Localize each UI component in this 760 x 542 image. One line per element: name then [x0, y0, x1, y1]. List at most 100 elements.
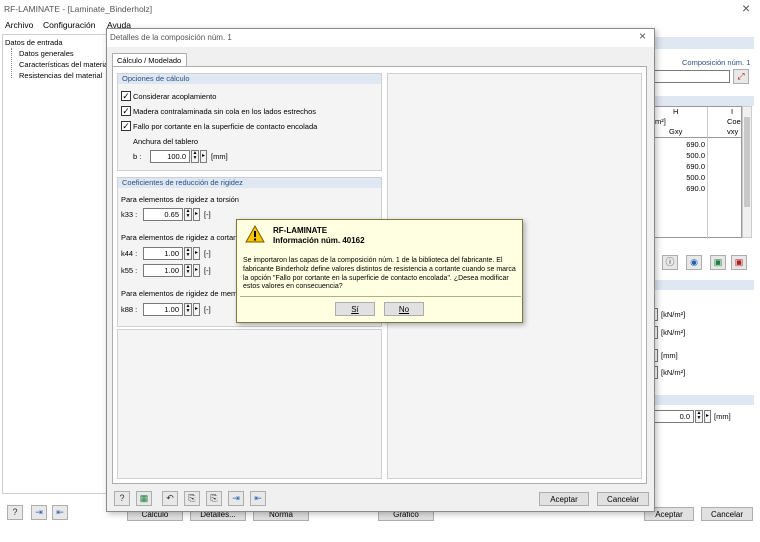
col-i-header: I [731, 107, 734, 116]
col-vxy-header: vxy [727, 127, 739, 136]
export-icon[interactable]: ▣ [710, 255, 726, 270]
bottom-header-strip [654, 395, 754, 405]
k33-arrow[interactable]: ▸ [193, 208, 200, 221]
tree-item-input-data[interactable]: Datos de entrada [5, 38, 63, 47]
dialog-tool-icon[interactable]: ↶ [162, 491, 178, 506]
k44-label: k44 : [121, 249, 138, 258]
dialog-accept-button[interactable]: Aceptar [539, 492, 589, 506]
k88-arrow[interactable]: ▸ [193, 303, 200, 316]
b-spin[interactable]: ▲ ▼ [191, 150, 199, 163]
unit-header: m²] [655, 117, 666, 126]
yes-button[interactable]: Sí [335, 302, 375, 316]
col-coe-header: Coe [727, 117, 741, 126]
menu-archivo[interactable]: Archivo [5, 20, 33, 30]
header-divider [655, 137, 743, 138]
tool-icon[interactable]: ⇤ [52, 505, 68, 520]
message-body: Se importaron las capas de la composició… [243, 257, 516, 291]
dialog-cancel-button[interactable]: Cancelar [597, 492, 649, 506]
stiffness-header: Coeficientes de reducción de rigidez [118, 178, 381, 188]
right-header-strip [654, 37, 754, 49]
tree-line [11, 48, 12, 78]
scroll-thumb[interactable] [744, 117, 750, 207]
checkbox-coupling-label: Considerar acoplamiento [133, 92, 217, 101]
col-gxy-header: Gxy [669, 127, 683, 136]
k44-spin[interactable]: ▲ ▼ [184, 247, 192, 260]
dialog-title-bar: Detalles de la composición núm. 1 × [107, 29, 654, 47]
dialog-tool-icon[interactable]: ⇥ [228, 491, 244, 506]
main-cancel-button[interactable]: Cancelar [701, 507, 753, 521]
k88-unit: [-] [204, 305, 211, 314]
spin-arrows[interactable]: ▲ ▼ [695, 410, 703, 423]
k33-unit: [-] [204, 210, 211, 219]
dialog-tool-icon[interactable]: ⎘ [184, 491, 200, 506]
col-h-header: H [673, 107, 679, 116]
help-icon[interactable]: ? [7, 505, 23, 520]
b-arrow[interactable]: ▸ [200, 150, 207, 163]
unit-label: [mm] [661, 351, 678, 360]
table-cell[interactable]: 500.0 [655, 151, 705, 160]
composition-select[interactable] [654, 70, 730, 83]
table-cell[interactable]: 500.0 [655, 173, 705, 182]
k55-arrow[interactable]: ▸ [193, 264, 200, 277]
import-icon[interactable]: ▣ [731, 255, 747, 270]
arrow-button[interactable]: ▸ [704, 410, 711, 423]
board-width-label: Anchura del tablero [133, 137, 199, 146]
k33-spin[interactable]: ▲ ▼ [184, 208, 192, 221]
b-label: b : [133, 152, 142, 161]
col-divider [707, 107, 708, 239]
unit-label: [kN/m²] [661, 328, 686, 337]
no-button[interactable]: No [384, 302, 424, 316]
checkbox-shear-failure[interactable]: ✓ [121, 121, 131, 131]
dialog-calc-icon[interactable]: ▦ [136, 491, 152, 506]
k33-label: k33 : [121, 210, 138, 219]
lower-header-strip [654, 280, 754, 290]
info-icon[interactable]: ⓘ [662, 255, 678, 270]
title-bar: RF-LAMINATE - [Laminate_Binderholz] × [0, 0, 760, 18]
composition-label: Composición núm. 1 [682, 58, 751, 67]
table-cell[interactable]: 690.0 [655, 162, 705, 171]
k55-spin[interactable]: ▲ ▼ [184, 264, 192, 277]
warning-icon [245, 224, 265, 243]
k88-label: k88 : [121, 305, 138, 314]
table-scrollbar[interactable] [742, 106, 752, 238]
b-unit: [mm] [211, 152, 228, 161]
unit-label: [kN/m²] [661, 368, 686, 377]
k88-input[interactable]: 1.00 [143, 303, 183, 316]
checkbox-shear-failure-label: Fallo por cortante en la superficie de c… [133, 122, 318, 131]
pick-icon[interactable]: ⤢ [733, 69, 749, 84]
tab-calculation-modeling[interactable]: Cálculo / Modelado [112, 53, 187, 67]
table-cell[interactable]: 690.0 [655, 184, 705, 193]
table-cell[interactable]: 690.0 [655, 140, 705, 149]
eye-icon[interactable]: ◉ [686, 255, 702, 270]
tree-item-material-properties[interactable]: Características del material [19, 60, 110, 69]
k88-spin[interactable]: ▲ ▼ [184, 303, 192, 316]
dialog-help-icon[interactable]: ? [114, 491, 130, 506]
k55-unit: [-] [204, 266, 211, 275]
k55-label: k55 : [121, 266, 138, 275]
left-lower-panel [117, 329, 382, 479]
torsion-label: Para elementos de rigidez a torsión [121, 195, 239, 204]
unit-label: [kN/m²] [661, 310, 686, 319]
k44-arrow[interactable]: ▸ [193, 247, 200, 260]
bottom-value-input[interactable]: 0.0 [654, 410, 694, 423]
window-close-icon[interactable]: × [742, 0, 750, 16]
tree-item-material-strengths[interactable]: Resistencias del material [19, 71, 102, 80]
tool-icon[interactable]: ⇥ [31, 505, 47, 520]
k44-input[interactable]: 1.00 [143, 247, 183, 260]
dialog-close-icon[interactable]: × [639, 29, 646, 43]
dialog-tool-icon[interactable]: ⎘ [206, 491, 222, 506]
checkbox-clt-unglued-label: Madera contralaminada sin cola en los la… [133, 107, 317, 116]
message-box: RF-LAMINATE Información núm. 40162 Se im… [236, 219, 523, 323]
k55-input[interactable]: 1.00 [143, 264, 183, 277]
b-input[interactable]: 100.0 [150, 150, 190, 163]
calc-options-header: Opciones de cálculo [118, 74, 381, 84]
calc-options-panel: Opciones de cálculo ✓ Considerar acoplam… [117, 73, 382, 171]
message-title: RF-LAMINATE [273, 226, 328, 235]
navigator-tree: Datos de entrada Datos generales Caracte… [2, 34, 110, 494]
k33-input[interactable]: 0.65 [143, 208, 183, 221]
menu-configuracion[interactable]: Configuración [43, 20, 95, 30]
checkbox-clt-unglued[interactable]: ✓ [121, 106, 131, 116]
tree-item-general-data[interactable]: Datos generales [19, 49, 74, 58]
checkbox-coupling[interactable]: ✓ [121, 91, 131, 101]
dialog-tool-icon[interactable]: ⇤ [250, 491, 266, 506]
